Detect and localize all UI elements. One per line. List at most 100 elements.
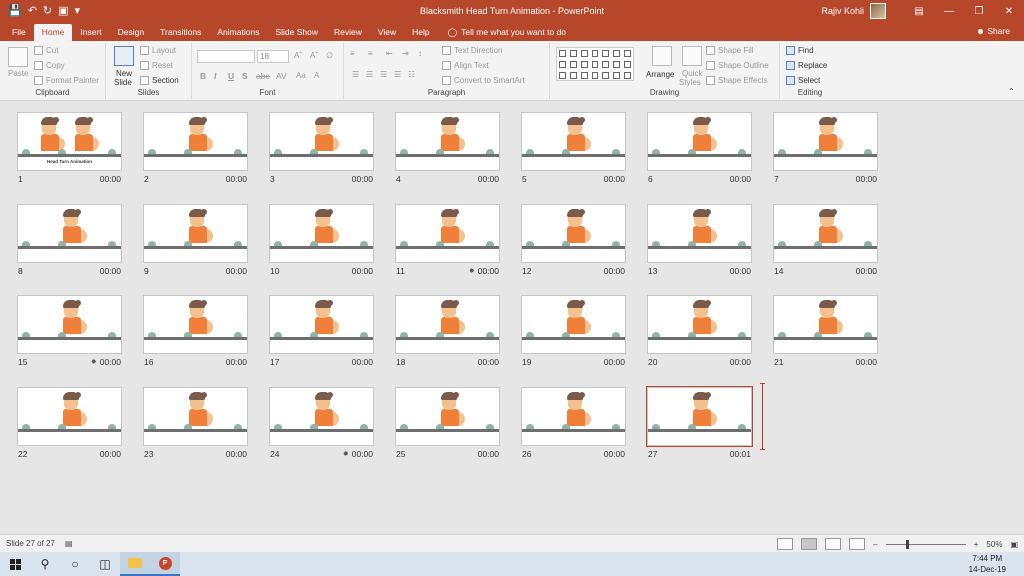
clear-formatting-icon[interactable]: ∅ (326, 51, 333, 60)
align-text-button[interactable]: Align Text (442, 61, 489, 70)
decrease-font-icon[interactable]: Aˇ (310, 51, 318, 60)
shapes-gallery[interactable] (556, 47, 634, 81)
slide-show-icon[interactable] (849, 538, 866, 550)
slide-thumbnail[interactable] (773, 295, 878, 354)
customize-qat-icon[interactable]: ▾ (75, 5, 81, 17)
slide-thumbnail[interactable] (395, 112, 500, 171)
accessibility-icon[interactable]: ▤ (65, 535, 73, 553)
tab-review[interactable]: Review (326, 24, 370, 41)
new-slide-label-1[interactable]: New (116, 69, 132, 78)
slide-thumbnail[interactable] (143, 112, 248, 171)
shape-fill-button[interactable]: Shape Fill (706, 46, 754, 55)
bold-button[interactable]: B (200, 71, 206, 81)
slide-thumbnail-item[interactable]: 5 00:00 (521, 112, 626, 184)
zoom-slider-thumb[interactable] (905, 539, 909, 549)
slide-thumbnail-item[interactable]: Head Turn Animation 1 00:00 (17, 112, 122, 184)
slide-thumbnail[interactable] (143, 204, 248, 263)
character-spacing-button[interactable]: AV (276, 71, 287, 81)
increase-indent-icon[interactable]: ⇥ (402, 49, 409, 58)
font-size-dropdown[interactable]: 18 (257, 50, 289, 63)
animation-star-icon[interactable]: ✸ (91, 358, 97, 366)
paste-icon[interactable] (8, 47, 28, 67)
shape-item[interactable] (559, 72, 566, 79)
quick-styles-label-1[interactable]: Quick (682, 69, 702, 78)
slide-thumbnail-item[interactable]: 7 00:00 (773, 112, 878, 184)
slide-thumbnail-item[interactable]: 23 00:00 (143, 387, 248, 459)
font-name-dropdown[interactable] (197, 50, 255, 63)
text-direction-button[interactable]: Text Direction (442, 46, 502, 55)
ribbon-display-options-icon[interactable]: ▤ (904, 6, 934, 17)
slide-thumbnail[interactable] (521, 295, 626, 354)
arrange-icon[interactable] (652, 46, 672, 66)
bullets-icon[interactable]: ≡ (350, 49, 355, 58)
slide-thumbnail[interactable] (647, 112, 752, 171)
strikethrough-button[interactable]: abc (256, 71, 270, 81)
align-left-icon[interactable]: ☰ (352, 70, 359, 79)
shape-item[interactable] (624, 50, 631, 57)
slide-thumbnail-item[interactable]: 19 00:00 (521, 295, 626, 367)
shape-item[interactable] (591, 50, 599, 57)
slide-thumbnail-item[interactable]: 2 00:00 (143, 112, 248, 184)
slide-thumbnail-item[interactable]: 8 00:00 (17, 204, 122, 276)
close-icon[interactable]: ✕ (994, 6, 1024, 17)
powerpoint-taskbar-icon[interactable]: P (150, 552, 180, 576)
slide-thumbnail-item[interactable]: 15 ✸ 00:00 (17, 295, 122, 367)
slide-thumbnail-item[interactable]: 24 ✸ 00:00 (269, 387, 374, 459)
slide-thumbnail-item[interactable]: 16 00:00 (143, 295, 248, 367)
tell-me-search[interactable]: ◯ Tell me what you want to do (448, 24, 566, 41)
new-slide-icon[interactable] (114, 46, 134, 66)
slide-thumbnail[interactable] (269, 112, 374, 171)
slide-thumbnail[interactable] (17, 295, 122, 354)
slide-counter[interactable]: Slide 27 of 27 (6, 535, 55, 553)
slide-thumbnail-item[interactable]: 14 00:00 (773, 204, 878, 276)
slide-thumbnail-item[interactable]: 3 00:00 (269, 112, 374, 184)
slide-thumbnail-item[interactable]: 4 00:00 (395, 112, 500, 184)
slide-thumbnail[interactable] (269, 204, 374, 263)
shape-item[interactable] (613, 72, 621, 79)
shape-item[interactable] (591, 61, 599, 68)
start-button[interactable] (0, 552, 30, 576)
avatar[interactable] (870, 3, 886, 19)
tab-design[interactable]: Design (110, 24, 152, 41)
shape-item[interactable] (624, 72, 631, 79)
shape-item[interactable] (602, 61, 610, 68)
tab-help[interactable]: Help (404, 24, 437, 41)
file-explorer-icon[interactable] (120, 552, 150, 576)
slide-sorter-view-icon[interactable] (801, 538, 818, 550)
animation-star-icon[interactable]: ✸ (343, 450, 349, 458)
shape-item[interactable] (613, 61, 621, 68)
arrange-button[interactable]: Arrange (646, 70, 674, 79)
shape-item[interactable] (591, 72, 599, 79)
slide-thumbnail[interactable] (647, 295, 752, 354)
tab-file[interactable]: File (4, 24, 34, 41)
undo-icon[interactable]: ↶ (28, 5, 37, 17)
zoom-in-icon[interactable]: + (974, 540, 979, 549)
increase-font-icon[interactable]: Aˆ (294, 51, 302, 60)
slide-thumbnail[interactable] (395, 204, 500, 263)
tab-animations[interactable]: Animations (209, 24, 267, 41)
zoom-level[interactable]: 50% (986, 540, 1002, 549)
shape-item[interactable] (602, 72, 610, 79)
shape-item[interactable] (569, 50, 577, 57)
format-painter-button[interactable]: Format Painter (34, 76, 99, 85)
slide-thumbnail[interactable] (269, 295, 374, 354)
slide-thumbnail-item[interactable]: 18 00:00 (395, 295, 500, 367)
slide-thumbnail[interactable] (647, 387, 752, 446)
slide-thumbnail[interactable]: Head Turn Animation (17, 112, 122, 171)
slide-thumbnail-item[interactable]: 17 00:00 (269, 295, 374, 367)
slide-thumbnail-item[interactable]: 21 00:00 (773, 295, 878, 367)
shape-item[interactable] (580, 72, 588, 79)
slide-thumbnail-item[interactable]: 27 00:01 (647, 387, 752, 459)
slide-thumbnail-item[interactable]: 10 00:00 (269, 204, 374, 276)
slide-thumbnail-item[interactable]: 26 00:00 (521, 387, 626, 459)
tab-insert[interactable]: Insert (72, 24, 109, 41)
tab-home[interactable]: Home (33, 24, 73, 41)
slide-thumbnail[interactable] (395, 295, 500, 354)
shape-item[interactable] (602, 50, 610, 57)
shadow-button[interactable]: S (242, 71, 248, 81)
underline-button[interactable]: U (228, 71, 234, 81)
slide-thumbnail[interactable] (17, 204, 122, 263)
slide-thumbnail-item[interactable]: 12 00:00 (521, 204, 626, 276)
tab-transitions[interactable]: Transitions (152, 24, 209, 41)
system-clock[interactable]: 7:44 PM 14-Dec-19 (969, 553, 1006, 575)
